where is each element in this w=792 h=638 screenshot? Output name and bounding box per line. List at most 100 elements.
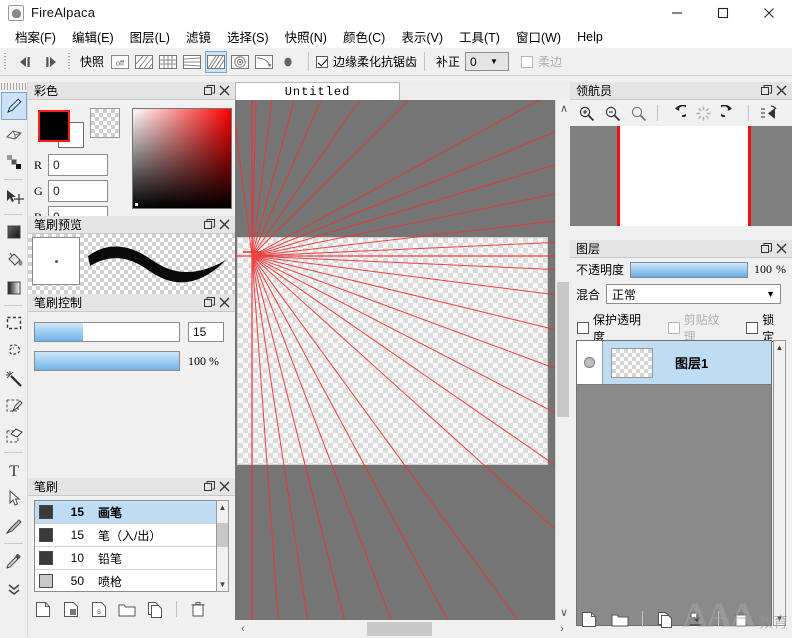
scroll-up-icon[interactable]: ▲ [774, 341, 785, 354]
antialias-checkbox[interactable]: 边缘柔化抗锯齿 [316, 53, 417, 70]
brush-list-scrollbar[interactable]: ▲ ▼ [216, 500, 229, 592]
new-brush-icon[interactable] [34, 600, 52, 618]
menu-window[interactable]: 窗口(W) [508, 25, 569, 48]
close-icon[interactable] [217, 217, 232, 232]
move-tool[interactable] [1, 183, 27, 211]
menu-color[interactable]: 颜色(C) [335, 25, 393, 48]
close-button[interactable] [746, 0, 792, 25]
soft-edge-checkbox[interactable]: 柔边 [521, 53, 562, 70]
delete-icon[interactable] [189, 600, 207, 618]
snap-parallel-button[interactable] [133, 51, 155, 73]
float-icon[interactable] [202, 83, 217, 98]
menu-tool[interactable]: 工具(T) [451, 25, 508, 48]
more-tools-button[interactable] [1, 575, 27, 603]
menu-help[interactable]: Help [569, 28, 611, 46]
snap-radial-button[interactable] [229, 51, 251, 73]
snap-curve-button[interactable] [253, 51, 275, 73]
menu-snap[interactable]: 快照(N) [277, 25, 335, 48]
close-icon[interactable] [217, 479, 232, 494]
brush-list[interactable]: 15 画笔 15 笔（入/出） 10 铅笔 50 喷枪 100 喷枪 [34, 500, 220, 592]
brush-opacity-slider[interactable] [34, 351, 180, 371]
saturation-value-box[interactable] [132, 108, 232, 209]
select-eraser-tool[interactable] [1, 421, 27, 449]
duplicate-layer-icon[interactable] [656, 610, 674, 628]
float-icon[interactable] [759, 241, 774, 256]
brush-size-slider[interactable] [34, 322, 180, 342]
rotate-left-icon[interactable] [667, 103, 687, 123]
float-icon[interactable] [202, 479, 217, 494]
zoom-out-icon[interactable] [602, 103, 622, 123]
brush-list-item[interactable]: 50 喷枪 [35, 570, 219, 591]
select-pen-tool[interactable] [1, 393, 27, 421]
eraser-tool[interactable] [1, 120, 27, 148]
menu-filter[interactable]: 滤镜 [178, 25, 219, 48]
text-tool[interactable]: T [1, 456, 27, 484]
folder-icon[interactable] [118, 600, 136, 618]
close-icon[interactable] [217, 295, 232, 310]
blur-tool[interactable] [1, 148, 27, 176]
gradient-tool[interactable] [1, 274, 27, 302]
bucket-tool[interactable] [1, 246, 27, 274]
scroll-up-icon[interactable]: ▲ [217, 501, 228, 514]
snap-point-button[interactable] [277, 51, 299, 73]
layer-opacity-slider[interactable] [630, 261, 748, 278]
document-tab-untitled[interactable]: Untitled [235, 82, 400, 100]
brush-list-item[interactable]: 15 画笔 [35, 501, 219, 524]
float-icon[interactable] [202, 217, 217, 232]
foreground-color-swatch[interactable] [38, 110, 70, 142]
menu-edit[interactable]: 编辑(E) [64, 25, 122, 48]
scroll-left-icon[interactable]: ‹ [235, 621, 251, 637]
brush-list-item[interactable]: 15 笔（入/出） [35, 524, 219, 547]
magic-wand-tool[interactable] [1, 365, 27, 393]
layer-list-scrollbar[interactable]: ▲ ▼ [773, 340, 786, 626]
menu-select[interactable]: 选择(S) [219, 25, 277, 48]
previous-snapshot-button[interactable] [12, 51, 38, 73]
transparent-color-swatch[interactable] [90, 108, 120, 138]
duplicate-brush-icon[interactable] [62, 600, 80, 618]
layer-list[interactable]: 图层1 [576, 340, 772, 626]
close-icon[interactable] [774, 241, 789, 256]
zoom-in-icon[interactable] [576, 103, 596, 123]
red-input[interactable]: 0 [48, 154, 108, 176]
canvas-horizontal-scrollbar[interactable]: ‹ › [235, 620, 570, 638]
menu-view[interactable]: 表示(V) [393, 25, 451, 48]
maximize-button[interactable] [700, 0, 746, 25]
menu-file[interactable]: 档案(F) [7, 25, 64, 48]
scroll-right-icon[interactable]: › [554, 621, 570, 637]
brush-scrollbar-thumb[interactable] [217, 523, 228, 547]
fill-tool[interactable] [1, 218, 27, 246]
close-icon[interactable] [774, 83, 789, 98]
canvas-vscroll-thumb[interactable] [557, 282, 569, 417]
canvas-viewport[interactable] [235, 100, 555, 620]
lasso-tool[interactable] [1, 337, 27, 365]
layer-list-item[interactable]: 图层1 [577, 341, 771, 385]
rotate-reset-icon[interactable] [693, 103, 713, 123]
select-tool[interactable] [1, 309, 27, 337]
scroll-down-icon[interactable]: ▼ [217, 578, 228, 591]
new-folder-icon[interactable] [611, 610, 629, 628]
navigator-thumbnail[interactable] [570, 126, 792, 226]
snap-perspective-button[interactable] [205, 50, 228, 73]
canvas-hscroll-thumb[interactable] [367, 622, 432, 636]
green-input[interactable]: 0 [48, 180, 108, 202]
object-tool[interactable] [1, 484, 27, 512]
close-icon[interactable] [217, 83, 232, 98]
zoom-reset-icon[interactable] [628, 103, 648, 123]
new-layer-icon[interactable] [580, 610, 598, 628]
delete-layer-icon[interactable] [732, 610, 750, 628]
float-icon[interactable] [202, 295, 217, 310]
tool-palette-grip[interactable] [1, 83, 27, 90]
toolbar-grip-2[interactable] [66, 51, 73, 73]
snap-off-button[interactable]: off [109, 51, 131, 73]
minimize-button[interactable] [654, 0, 700, 25]
menu-layer[interactable]: 图层(L) [122, 25, 178, 48]
snap-horizontal-button[interactable] [181, 51, 203, 73]
pencil-tool[interactable] [1, 92, 27, 120]
canvas-vertical-scrollbar[interactable]: ∧ ∨ [555, 100, 570, 620]
color-swatches[interactable] [36, 110, 84, 150]
toolbar-grip[interactable] [2, 51, 9, 73]
merge-down-icon[interactable] [687, 610, 705, 628]
script-brush-icon[interactable]: s [90, 600, 108, 618]
next-snapshot-button[interactable] [38, 51, 64, 73]
ruler-tool[interactable] [1, 512, 27, 540]
